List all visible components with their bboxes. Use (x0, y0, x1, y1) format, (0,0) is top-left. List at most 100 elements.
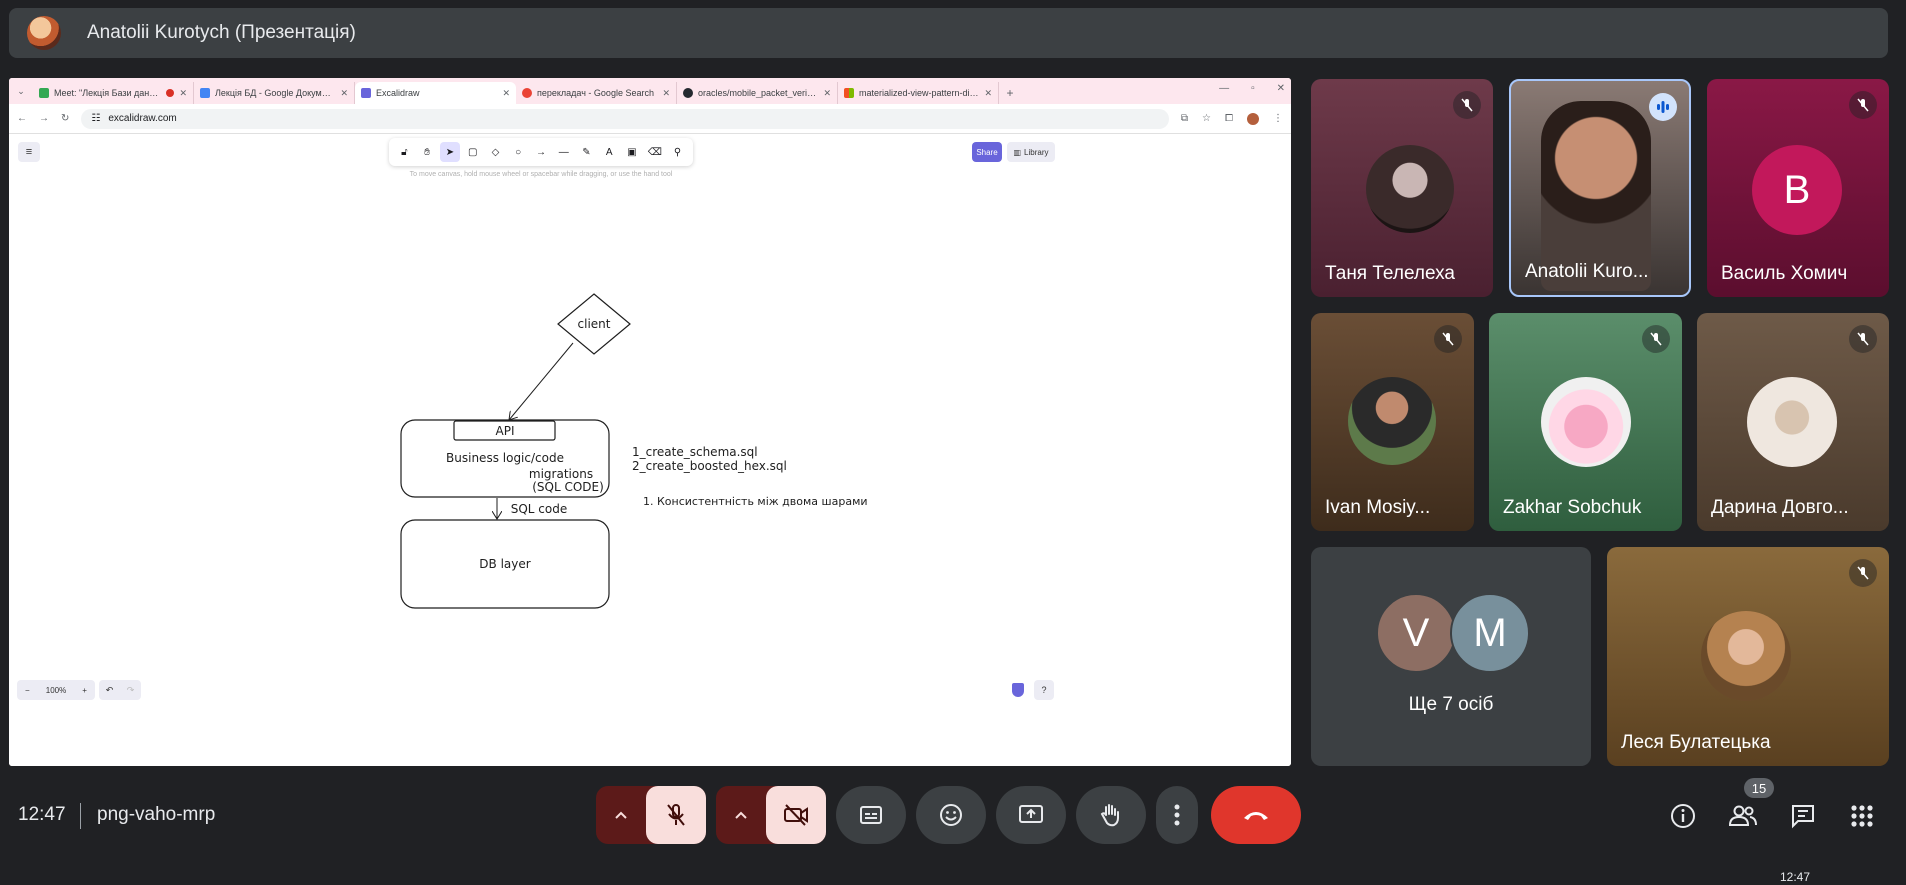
bookmark-star-icon[interactable]: ☆ (1202, 113, 1211, 124)
tab-label: Meet: "Лекція Бази даних" (54, 88, 162, 98)
more-options-button[interactable] (1156, 786, 1198, 844)
new-tab-button[interactable]: + (999, 82, 1021, 104)
speaking-indicator-icon (1649, 93, 1677, 121)
mic-off-icon (1453, 91, 1481, 119)
close-icon[interactable]: ✕ (984, 88, 992, 99)
people-button[interactable] (1727, 800, 1759, 832)
camera-control (716, 786, 826, 844)
back-icon[interactable]: ← (17, 113, 27, 124)
microsoft-icon (844, 88, 854, 98)
presenter-name: Anatolii Kurotych (Презентація) (87, 22, 356, 43)
close-icon[interactable]: ✕ (340, 88, 348, 99)
meeting-code: png-vaho-mrp (97, 804, 216, 825)
raise-hand-button[interactable] (1076, 786, 1146, 844)
tab-google-search[interactable]: перекладач - Google Search ✕ (516, 82, 677, 104)
zoom-out-button[interactable]: − (25, 686, 30, 695)
meeting-details-button[interactable] (1667, 800, 1699, 832)
emoji-icon (940, 804, 962, 826)
avatar: B (1752, 145, 1842, 235)
participant-name: Дарина Довго... (1711, 497, 1849, 518)
history-controls: ↶ ↷ (99, 680, 141, 700)
google-meet-window: Anatolii Kurotych (Презентація) ⌄ Meet: … (0, 0, 1906, 885)
client-api-arrow[interactable] (509, 342, 574, 420)
redo-icon[interactable]: ↷ (127, 685, 135, 696)
close-icon[interactable]: ✕ (179, 88, 187, 99)
close-window-icon[interactable]: ✕ (1277, 83, 1285, 94)
browser-menu-icon[interactable]: ⋮ (1273, 113, 1283, 124)
participant-name: Zakhar Sobchuk (1503, 497, 1642, 518)
install-app-icon[interactable]: ⧉ (1181, 113, 1188, 124)
participant-name: Василь Хомич (1721, 263, 1848, 284)
minimize-icon[interactable]: — (1219, 83, 1229, 94)
url-text: excalidraw.com (108, 113, 177, 124)
shared-screen: ⌄ Meet: "Лекція Бази даних" ✕ Лекція БД … (9, 78, 1291, 766)
captions-button[interactable] (836, 786, 906, 844)
avatar (1348, 377, 1436, 465)
api-label: API (496, 424, 515, 438)
sql-code-paren-label: (SQL CODE) (532, 480, 604, 494)
zoom-level[interactable]: 100% (46, 686, 66, 695)
recording-icon (166, 89, 175, 97)
client-label: client (578, 317, 611, 331)
consistency-note: 1. Консистентність між двома шарами (643, 495, 868, 508)
tab-microsoft[interactable]: materialized-view-pattern-diag ✕ (838, 82, 999, 104)
docs-icon (200, 88, 210, 98)
participant-tile[interactable]: Леся Булатецька (1607, 547, 1889, 766)
present-screen-button[interactable] (996, 786, 1066, 844)
activities-button[interactable] (1846, 800, 1878, 832)
help-icon[interactable]: ? (1034, 680, 1054, 700)
captions-icon (860, 806, 882, 824)
participant-tile[interactable]: B Василь Хомич (1707, 79, 1889, 297)
more-participants-label: Ще 7 осіб (1408, 694, 1494, 715)
camera-options-chevron-icon[interactable] (716, 786, 766, 844)
os-taskbar (0, 870, 1906, 885)
close-icon[interactable]: ✕ (502, 88, 510, 99)
excalidraw-canvas[interactable]: ≡ 🔓︎ ✋︎ ➤ ▢ ◇ ○ → — ✎ A ▣ ⌫ ⚲ To move ca… (9, 134, 1291, 766)
undo-icon[interactable]: ↶ (106, 685, 114, 696)
participant-tile[interactable]: Таня Телелеха (1311, 79, 1493, 297)
forward-icon[interactable]: → (39, 113, 49, 124)
participant-name: Леся Булатецька (1621, 732, 1771, 753)
more-participants-tile[interactable]: V M Ще 7 осіб (1311, 547, 1591, 766)
db-layer-label: DB layer (479, 557, 530, 571)
avatar (1366, 145, 1454, 233)
more-vert-icon (1174, 804, 1180, 826)
sql-code-label: SQL code (511, 502, 568, 516)
zoom-in-button[interactable]: + (82, 686, 87, 695)
chat-icon (1792, 805, 1814, 829)
mic-off-icon (1849, 559, 1877, 587)
restore-icon[interactable]: ▫ (1251, 83, 1255, 94)
tab-excalidraw[interactable]: Excalidraw ✕ (355, 82, 516, 104)
participant-tile[interactable]: Дарина Довго... (1697, 313, 1889, 531)
tab-meet[interactable]: Meet: "Лекція Бази даних" ✕ (33, 82, 194, 104)
tab-label: Лекція БД - Google Документи (215, 88, 336, 98)
participant-name: Ivan Mosiy... (1325, 497, 1431, 518)
browser-tab-bar: ⌄ Meet: "Лекція Бази даних" ✕ Лекція БД … (9, 78, 1291, 104)
tab-docs[interactable]: Лекція БД - Google Документи ✕ (194, 82, 355, 104)
shield-icon[interactable] (1012, 683, 1024, 697)
mic-off-button[interactable] (646, 786, 706, 844)
tab-github[interactable]: oracles/mobile_packet_verifier ✕ (677, 82, 838, 104)
participant-tile[interactable]: Ivan Mosiy... (1311, 313, 1474, 531)
tab-label: materialized-view-pattern-diag (859, 88, 980, 98)
extensions-icon[interactable]: ⧠ (1225, 113, 1233, 124)
tab-search-dropdown[interactable]: ⌄ (9, 78, 33, 104)
close-icon[interactable]: ✕ (662, 88, 670, 99)
profile-avatar[interactable] (1247, 112, 1259, 125)
reactions-button[interactable] (916, 786, 986, 844)
chat-button[interactable] (1787, 800, 1819, 832)
presenter-bar: Anatolii Kurotych (Презентація) (9, 8, 1888, 58)
reload-icon[interactable]: ↻ (61, 113, 69, 124)
url-field[interactable]: ☷ excalidraw.com (81, 108, 1169, 129)
leave-call-button[interactable] (1211, 786, 1301, 844)
participant-tile[interactable]: Zakhar Sobchuk (1489, 313, 1682, 531)
avatar: V (1376, 593, 1456, 673)
meet-icon (39, 88, 49, 98)
camera-off-button[interactable] (766, 786, 826, 844)
site-info-icon[interactable]: ☷ (91, 113, 100, 124)
participant-tile-speaking[interactable]: Anatolii Kuro... (1509, 79, 1691, 297)
mic-options-chevron-icon[interactable] (596, 786, 646, 844)
close-icon[interactable]: ✕ (823, 88, 831, 99)
avatar (1701, 611, 1791, 701)
excalidraw-icon (361, 88, 371, 98)
